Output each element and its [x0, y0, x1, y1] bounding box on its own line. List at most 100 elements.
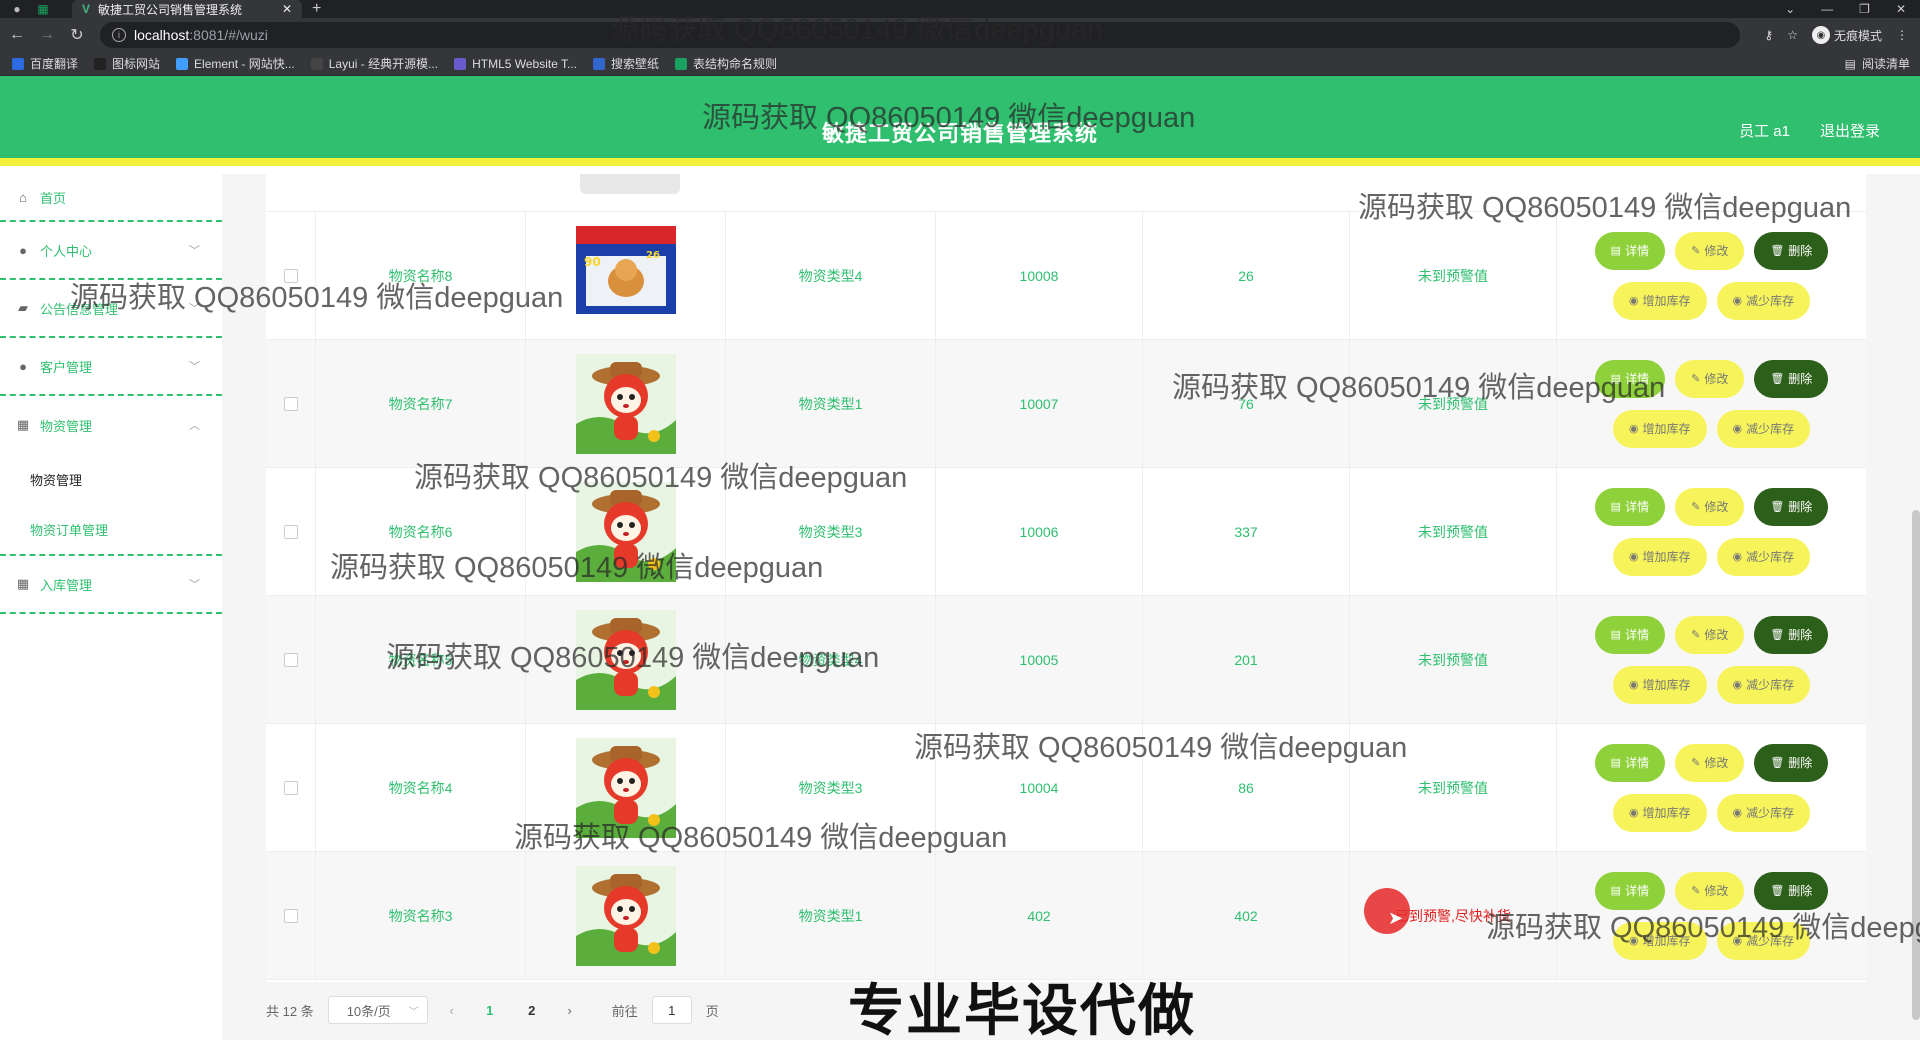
bookmark-label: HTML5 Website T...: [472, 56, 578, 71]
bookmark-item[interactable]: 表结构命名规则: [675, 55, 777, 72]
bookmark-item[interactable]: 百度翻译: [12, 55, 78, 72]
edit-button[interactable]: ✎ 修改: [1675, 231, 1745, 270]
bookmark-star-icon[interactable]: ☆: [1787, 28, 1798, 42]
current-user: 员工 a1: [1739, 123, 1790, 140]
bookmark-item[interactable]: 搜索壁纸: [593, 55, 659, 72]
restore-icon[interactable]: ❐: [1859, 2, 1870, 16]
bookmark-item[interactable]: 图标网站: [94, 55, 160, 72]
bookmark-item[interactable]: Layui - 经典开源模...: [310, 55, 438, 72]
row-checkbox[interactable]: [283, 524, 298, 539]
add-stock-button[interactable]: ◉ 增加库存: [1612, 537, 1707, 576]
bookmarks-bar: 百度翻译 图标网站 Element - 网站快... Layui - 经典开源模...…: [0, 52, 1920, 76]
goto-page-input[interactable]: 1: [651, 996, 692, 1024]
edit-button[interactable]: ✎ 修改: [1675, 487, 1745, 526]
product-image[interactable]: 90 26: [575, 225, 676, 326]
material-code: 10007: [936, 340, 1143, 467]
detail-button[interactable]: ▤ 详情: [1594, 615, 1666, 654]
minimize-icon[interactable]: —: [1821, 2, 1833, 16]
delete-button[interactable]: 🗑 删除: [1754, 487, 1829, 526]
delete-button[interactable]: 🗑 删除: [1754, 231, 1829, 270]
site-info-icon[interactable]: i: [112, 28, 126, 42]
bookmark-favicon-icon: [176, 57, 189, 70]
address-bar[interactable]: i localhost :8081/#/wuzi: [100, 22, 1740, 48]
bookmark-item[interactable]: HTML5 Website T...: [454, 57, 577, 71]
product-image[interactable]: [575, 481, 676, 582]
delete-button[interactable]: 🗑 删除: [1754, 359, 1829, 398]
detail-button[interactable]: ▤ 详情: [1594, 871, 1666, 910]
product-image[interactable]: [575, 737, 676, 838]
detail-button[interactable]: ▤ 详情: [1594, 743, 1666, 782]
sidebar-item-personal-center[interactable]: ● 个人中心 ﹀: [0, 222, 222, 280]
key-icon[interactable]: ⚷: [1764, 28, 1773, 42]
delete-button[interactable]: 🗑 删除: [1754, 743, 1829, 782]
reduce-stock-button[interactable]: ◉ 减少库存: [1716, 281, 1811, 320]
reduce-stock-button[interactable]: ◉ 减少库存: [1716, 793, 1811, 832]
detail-button[interactable]: ▤ 详情: [1594, 487, 1666, 526]
detail-button[interactable]: ▤ 详情: [1594, 231, 1666, 270]
page-scrollbar[interactable]: [1912, 510, 1920, 1020]
row-checkbox[interactable]: [283, 652, 298, 667]
material-quantity: 76: [1143, 340, 1350, 467]
sidebar-item-inbound[interactable]: ▦ 入库管理 ﹀: [0, 556, 222, 614]
app-tab-icon[interactable]: ▦: [34, 0, 52, 18]
incognito-indicator[interactable]: ◉ 无痕模式: [1811, 26, 1882, 44]
new-tab-icon[interactable]: +: [312, 0, 321, 18]
edit-button[interactable]: ✎ 修改: [1675, 743, 1745, 782]
table-row: 物资名称5 物资类型4 10005 201 未到预警值 ▤ 详情 ✎ 修改 🗑 删除 ◉ 增加库存 ◉ 减少…: [266, 596, 1866, 724]
row-actions: ▤ 详情 ✎ 修改 🗑 删除 ◉ 增加库存 ◉ 减少库存: [1557, 724, 1866, 851]
row-checkbox-cell: [266, 852, 316, 979]
logout-link[interactable]: 退出登录: [1820, 120, 1880, 141]
edit-button[interactable]: ✎ 修改: [1675, 871, 1745, 910]
next-page-icon[interactable]: ›: [560, 1003, 580, 1018]
delete-button[interactable]: 🗑 删除: [1754, 615, 1829, 654]
reduce-stock-button[interactable]: ◉ 减少库存: [1716, 537, 1811, 576]
reduce-stock-button[interactable]: ◉ 减少库存: [1716, 665, 1811, 704]
sidebar-subitem-materials[interactable]: 物资管理: [0, 454, 222, 504]
back-icon[interactable]: ←: [4, 26, 30, 44]
product-image[interactable]: [575, 353, 676, 454]
close-tab-icon[interactable]: ✕: [282, 2, 292, 16]
reading-list[interactable]: ▤ 阅读清单: [1845, 55, 1910, 72]
prev-page-icon[interactable]: ‹: [442, 1003, 462, 1018]
sidebar-item-customers[interactable]: ● 客户管理 ﹀: [0, 338, 222, 396]
row-checkbox[interactable]: [283, 396, 298, 411]
detail-button[interactable]: ▤ 详情: [1594, 359, 1666, 398]
button-label: 增加库存: [1642, 550, 1691, 564]
material-type: 物资类型3: [726, 724, 936, 851]
row-checkbox[interactable]: [283, 780, 298, 795]
row-checkbox[interactable]: [283, 908, 298, 923]
edit-button[interactable]: ✎ 修改: [1675, 615, 1745, 654]
product-image[interactable]: [575, 865, 676, 966]
tab-search-icon[interactable]: ⌄: [1785, 2, 1795, 16]
add-stock-button[interactable]: ◉ 增加库存: [1612, 793, 1707, 832]
product-image[interactable]: [575, 609, 676, 710]
delete-button[interactable]: 🗑 删除: [1754, 871, 1829, 910]
add-stock-button[interactable]: ◉ 增加库存: [1612, 665, 1707, 704]
button-label: 减少库存: [1746, 806, 1795, 820]
sidebar-item-materials[interactable]: ▦ 物资管理 ︿: [0, 396, 222, 454]
sidebar-item-announcements[interactable]: ▰ 公告信息管理 ﹀: [0, 280, 222, 338]
add-stock-button[interactable]: ◉ 增加库存: [1612, 281, 1707, 320]
forward-icon[interactable]: →: [34, 26, 60, 44]
reading-list-label: 阅读清单: [1861, 57, 1910, 71]
reduce-stock-button[interactable]: ◉ 减少库存: [1716, 409, 1811, 448]
browser-menu-icon[interactable]: ⋮: [1896, 28, 1908, 42]
reduce-stock-button[interactable]: ◉ 减少库存: [1716, 921, 1811, 960]
bookmark-item[interactable]: Element - 网站快...: [176, 55, 295, 72]
reload-icon[interactable]: ↻: [64, 25, 90, 45]
bookmark-favicon-icon: [675, 57, 688, 70]
close-window-icon[interactable]: ✕: [1896, 2, 1906, 16]
button-label: 增加库存: [1642, 934, 1691, 948]
page-number[interactable]: 2: [518, 1003, 546, 1018]
product-image-cell: [526, 340, 726, 467]
edit-button[interactable]: ✎ 修改: [1675, 359, 1745, 398]
page-number[interactable]: 1: [476, 1003, 504, 1018]
row-checkbox[interactable]: [283, 268, 298, 283]
browser-tab-active[interactable]: V 敏捷工贸公司销售管理系统 ✕: [72, 0, 302, 18]
mouse-cursor-icon: ➤: [1388, 908, 1404, 928]
add-stock-button[interactable]: ◉ 增加库存: [1612, 921, 1707, 960]
add-stock-button[interactable]: ◉ 增加库存: [1612, 409, 1707, 448]
sidebar-item-home[interactable]: ⌂ 首页: [0, 174, 222, 222]
page-size-select[interactable]: 10条/页 ﹀: [327, 996, 428, 1024]
sidebar-subitem-material-orders[interactable]: 物资订单管理: [0, 504, 222, 554]
